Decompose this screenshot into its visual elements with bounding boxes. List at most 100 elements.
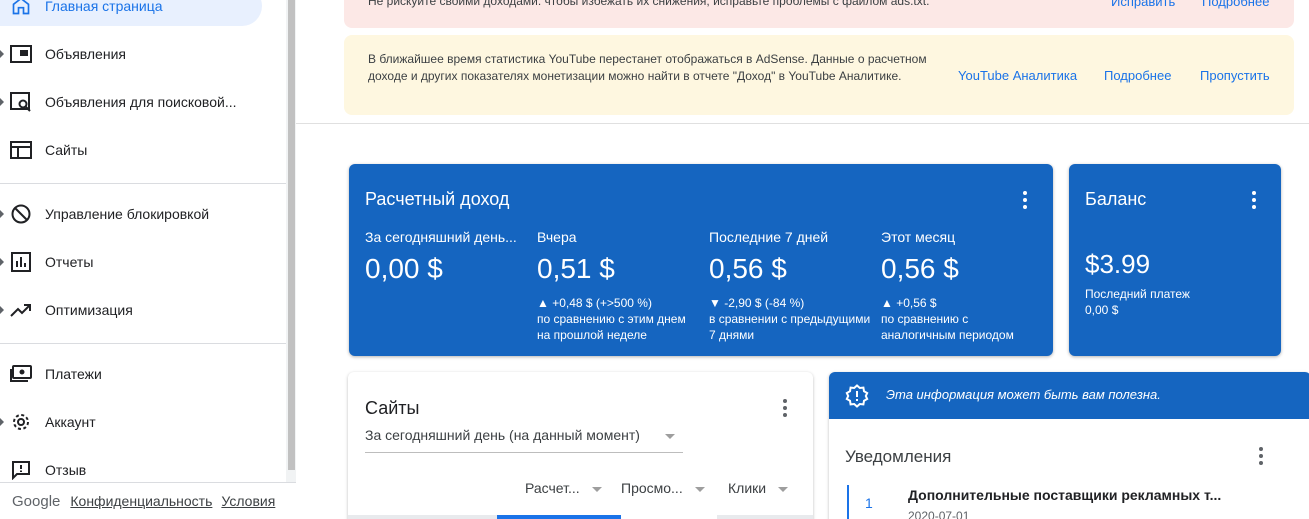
more-vert-icon[interactable] — [1015, 188, 1035, 212]
dropdown-arrow-icon — [665, 434, 675, 439]
sidebar-item-label: Отзыв — [45, 462, 87, 478]
badge-info-icon — [845, 384, 869, 408]
metric-change: ▲ +0,48 $ (+>500 %) — [537, 296, 652, 310]
metric-comparison: по сравнению с аналогичным периодом — [881, 312, 1014, 342]
sidebar-item-label: Объявления для поисковой... — [45, 94, 237, 110]
column-label: Просмо... — [621, 480, 683, 496]
youtube-alert: В ближайшее время статистика YouTube пер… — [344, 35, 1294, 115]
metric-value: 0,00 $ — [365, 253, 443, 284]
sidebar-item-blocking[interactable]: Управление блокировкой — [0, 194, 262, 234]
column-label: Расчет... — [525, 480, 580, 496]
gear-icon — [10, 411, 32, 433]
column-select-revenue[interactable]: Расчет... — [525, 480, 602, 496]
sidebar-item-home[interactable]: Главная страница — [0, 0, 262, 26]
column-indicator — [717, 515, 813, 519]
ads-txt-alert: Не рискуйте своими доходами: чтобы избеж… — [344, 0, 1294, 28]
column-label: Клики — [728, 480, 767, 496]
sidebar-item-account[interactable]: Аккаунт — [0, 402, 262, 442]
period-select-value: За сегодняшний день (на данный момент) — [365, 427, 640, 443]
dropdown-arrow-icon — [778, 486, 789, 492]
estimated-revenue-card: Расчетный доход За сегодняшний день... 0… — [349, 164, 1053, 356]
metric-comparison: по сравнению с этим днем на прошлой неде… — [537, 312, 686, 342]
metric-label: Вчера — [537, 229, 577, 245]
alert-text: Не рискуйте своими доходами: чтобы избеж… — [368, 0, 930, 8]
column-indicator — [348, 515, 498, 519]
metric-label: Этот месяц — [881, 229, 956, 245]
balance-card: Баланс $3.99 Последний платеж 0,00 $ — [1069, 164, 1281, 356]
metric-last-7-days[interactable]: Последние 7 дней 0,56 $ ▼ -2,90 $ (-84 %… — [709, 229, 874, 343]
card-title: Баланс — [1085, 189, 1147, 209]
google-logo: Google — [12, 492, 61, 510]
period-select[interactable]: За сегодняшний день (на данный момент) — [365, 427, 683, 453]
card-title: Сайты — [365, 398, 420, 418]
notification-number: 1 — [865, 495, 873, 511]
info-card: Эта информация может быть вам полезна. У… — [829, 372, 1309, 519]
column-select-views[interactable]: Просмо... — [621, 480, 705, 496]
metric-value: 0,51 $ — [537, 253, 615, 284]
alerts-area: Не рискуйте своими доходами: чтобы избеж… — [296, 0, 1309, 124]
expand-caret-icon[interactable] — [0, 306, 4, 314]
metric-value: 0,56 $ — [881, 253, 959, 284]
sidebar-item-ads[interactable]: Объявления — [0, 34, 262, 74]
sidebar-item-label: Главная страница — [45, 0, 163, 14]
metric-today[interactable]: За сегодняшний день... 0,00 $ — [365, 229, 530, 285]
card-title: Расчетный доход — [365, 189, 510, 209]
sidebar-item-label: Сайты — [45, 142, 88, 158]
sidebar-item-sites[interactable]: Сайты — [0, 130, 262, 170]
expand-caret-icon[interactable] — [0, 418, 4, 426]
info-header: Эта информация может быть вам полезна. — [829, 372, 1309, 419]
expand-caret-icon[interactable] — [0, 50, 4, 58]
fix-button[interactable]: Исправить — [1111, 0, 1175, 9]
last-payment-value: 0,00 $ — [1085, 303, 1119, 317]
sidebar-item-label: Отчеты — [45, 254, 94, 270]
learn-more-link[interactable]: Подробнее — [1104, 68, 1171, 83]
sidebar: Главная страница Объявления Объявления д… — [0, 0, 296, 519]
search-ads-icon — [10, 91, 32, 113]
privacy-link[interactable]: Конфиденциальность — [70, 493, 212, 509]
sidebar-scrollbar-thumb[interactable] — [288, 0, 295, 470]
info-header-text: Эта информация может быть вам полезна. — [886, 387, 1161, 402]
home-icon — [10, 0, 32, 17]
sidebar-divider — [0, 343, 286, 344]
sidebar-item-reports[interactable]: Отчеты — [0, 242, 262, 282]
metric-value: 0,56 $ — [709, 253, 787, 284]
sidebar-item-search-ads[interactable]: Объявления для поисковой... — [0, 82, 262, 122]
sidebar-item-label: Оптимизация — [45, 302, 133, 318]
more-vert-icon[interactable] — [775, 396, 795, 420]
notification-item[interactable]: Дополнительные поставщики рекламных т... — [908, 487, 1268, 503]
sidebar-item-label: Управление блокировкой — [45, 206, 210, 222]
expand-caret-icon[interactable] — [0, 98, 4, 106]
sidebar-item-payments[interactable]: Платежи — [0, 354, 262, 394]
expand-caret-icon[interactable] — [0, 258, 4, 266]
terms-link[interactable]: Условия — [221, 493, 275, 509]
payments-icon — [10, 363, 32, 385]
alert-text: В ближайшее время статистика YouTube пер… — [368, 52, 927, 83]
expand-caret-icon[interactable] — [0, 210, 4, 218]
feedback-icon — [10, 459, 32, 481]
dropdown-arrow-icon — [694, 486, 705, 492]
skip-button[interactable]: Пропустить — [1200, 68, 1270, 83]
balance-value: $3.99 — [1085, 249, 1151, 279]
metric-yesterday[interactable]: Вчера 0,51 $ ▲ +0,48 $ (+>500 %) по срав… — [537, 229, 702, 343]
sidebar-item-feedback[interactable]: Отзыв — [0, 450, 262, 482]
column-select-clicks[interactable]: Клики — [728, 480, 789, 496]
reports-icon — [10, 251, 32, 273]
metric-label: Последние 7 дней — [709, 229, 829, 245]
learn-more-link[interactable]: Подробнее — [1202, 0, 1269, 9]
youtube-analytics-link[interactable]: YouTube Аналитика — [958, 68, 1077, 83]
more-vert-icon[interactable] — [1251, 444, 1271, 468]
metric-change: ▲ +0,56 $ — [881, 296, 937, 310]
more-vert-icon[interactable] — [1244, 188, 1264, 212]
main-content: Не рискуйте своими доходами: чтобы избеж… — [296, 0, 1309, 519]
notification-indicator — [847, 485, 849, 519]
sidebar-item-optimization[interactable]: Оптимизация — [0, 290, 262, 330]
adsense-app: Главная страница Объявления Объявления д… — [0, 0, 1309, 519]
last-payment-label: Последний платеж — [1085, 287, 1190, 301]
sidebar-item-label: Платежи — [45, 366, 102, 382]
notification-date: 2020-07-01 — [908, 509, 970, 519]
block-icon — [10, 203, 32, 225]
metric-this-month[interactable]: Этот месяц 0,56 $ ▲ +0,56 $ по сравнению… — [881, 229, 1046, 343]
sites-icon — [10, 139, 32, 161]
metric-change: ▼ -2,90 $ (-84 %) — [709, 296, 805, 310]
sidebar-item-label: Объявления — [45, 46, 126, 62]
